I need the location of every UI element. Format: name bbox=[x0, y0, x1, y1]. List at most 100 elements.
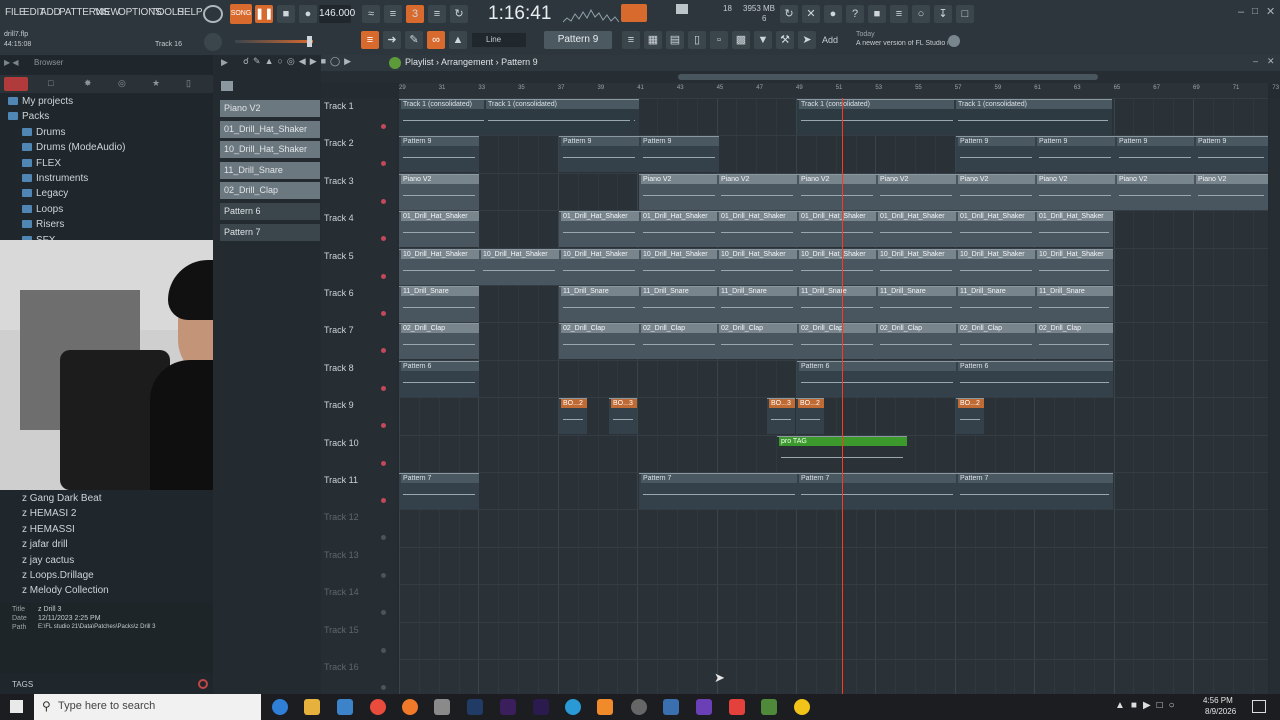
obs-icon[interactable] bbox=[631, 699, 647, 715]
playlist-scrollbar[interactable] bbox=[321, 71, 1280, 83]
clip[interactable]: 10_Drill_Hat_Shaker bbox=[717, 248, 797, 285]
browser-pack[interactable]: z Loops.Drillage bbox=[22, 570, 94, 585]
track-name[interactable]: Track 15 bbox=[324, 625, 359, 635]
track-name[interactable]: Track 11 bbox=[324, 475, 358, 485]
track-name[interactable]: Track 12 bbox=[324, 512, 359, 522]
clip[interactable]: Piano V2 bbox=[1194, 173, 1268, 210]
help-icon[interactable]: ? bbox=[846, 5, 864, 23]
pattern-item[interactable]: 02_Drill_Clap bbox=[220, 182, 320, 200]
track-name[interactable]: Track 10 bbox=[324, 438, 359, 448]
browser-pack[interactable]: z HEMASSI bbox=[22, 524, 75, 539]
pattern-item[interactable]: Pattern 6 bbox=[220, 203, 320, 220]
clip[interactable]: 10_Drill_Hat_Shaker bbox=[479, 248, 559, 285]
track-name[interactable]: Track 7 bbox=[324, 325, 354, 335]
arrow-right-icon[interactable]: ➜ bbox=[383, 31, 401, 49]
clip[interactable]: 11_Drill_Snare bbox=[1035, 286, 1113, 322]
browser-folder[interactable]: Packs bbox=[8, 111, 49, 126]
browser-plugins-icon[interactable]: ✸ bbox=[84, 78, 92, 89]
clip[interactable]: 02_Drill_Clap bbox=[717, 323, 797, 360]
clip[interactable]: Pattern 6 bbox=[797, 360, 957, 397]
taskbar-search[interactable]: ⚲ Type here to search bbox=[34, 694, 261, 720]
wait-icon[interactable]: ≡ bbox=[384, 5, 402, 23]
chrome-icon[interactable] bbox=[370, 699, 386, 715]
sequencer-icon[interactable]: ▫ bbox=[710, 31, 728, 49]
browser-pack[interactable]: z Melody Collection bbox=[22, 585, 109, 600]
clip[interactable]: Piano V2 bbox=[639, 173, 719, 210]
save-icon[interactable]: ■ bbox=[868, 5, 886, 23]
piano-roll-icon[interactable]: ▦ bbox=[644, 31, 662, 49]
photoshop-icon[interactable] bbox=[467, 699, 483, 715]
record-mode-icon[interactable] bbox=[203, 5, 223, 23]
tempo-display[interactable]: 146.000 bbox=[319, 5, 355, 23]
edge-icon[interactable] bbox=[272, 699, 288, 715]
app-yellow-icon[interactable] bbox=[794, 699, 810, 715]
browser-folder[interactable]: Drums (ModeAudio) bbox=[22, 142, 125, 157]
firefox-icon[interactable] bbox=[402, 699, 418, 715]
clip[interactable]: Pattern 7 bbox=[399, 473, 479, 509]
track-name[interactable]: Track 14 bbox=[324, 587, 359, 597]
clip[interactable]: Track 1 (consolidated) bbox=[484, 99, 634, 135]
clip[interactable]: 11_Drill_Snare bbox=[717, 286, 797, 322]
clock-date[interactable]: 8/9/2026 bbox=[1205, 707, 1236, 716]
track-name[interactable]: Track 4 bbox=[324, 213, 354, 223]
browser-folder[interactable]: Drums bbox=[22, 127, 65, 142]
scroll-thumb[interactable] bbox=[678, 74, 1098, 80]
clip[interactable]: Pattern 9 bbox=[1194, 136, 1268, 173]
clip[interactable]: 11_Drill_Snare bbox=[956, 286, 1036, 322]
window-icon[interactable]: □ bbox=[956, 5, 974, 23]
track-mute-icon[interactable] bbox=[381, 236, 386, 242]
pencil-icon[interactable]: ✎ bbox=[405, 31, 423, 49]
clip[interactable]: 11_Drill_Snare bbox=[876, 286, 956, 322]
picker-grid-icon[interactable] bbox=[221, 81, 233, 91]
clip[interactable]: 01_Drill_Hat_Shaker bbox=[399, 211, 479, 248]
clip[interactable]: 02_Drill_Clap bbox=[797, 323, 877, 360]
pattern-icon[interactable]: ≡ bbox=[361, 31, 379, 49]
track-name[interactable]: Track 16 bbox=[324, 662, 359, 672]
store-icon[interactable] bbox=[337, 699, 353, 715]
track-name[interactable]: Track 6 bbox=[324, 288, 354, 298]
news-icon[interactable] bbox=[948, 35, 960, 47]
clip[interactable]: Piano V2 bbox=[797, 173, 877, 210]
crumb-arrangement[interactable]: Arrangement bbox=[441, 57, 493, 67]
clip[interactable]: Piano V2 bbox=[876, 173, 956, 210]
clip[interactable]: BO...2 bbox=[559, 398, 587, 435]
clip[interactable]: 01_Drill_Hat_Shaker bbox=[717, 211, 797, 248]
clip[interactable]: 10_Drill_Hat_Shaker bbox=[956, 248, 1036, 285]
clip[interactable]: Pattern 9 bbox=[559, 136, 639, 173]
chat-icon[interactable]: ○ bbox=[912, 5, 930, 23]
clock-time[interactable]: 4:56 PM bbox=[1203, 696, 1233, 705]
track-name[interactable]: Track 5 bbox=[324, 251, 354, 261]
browser-pack[interactable]: z jay cactus bbox=[22, 555, 74, 570]
app-red-icon[interactable] bbox=[729, 699, 745, 715]
browser-folder[interactable]: My projects bbox=[8, 96, 73, 111]
clip[interactable]: 11_Drill_Snare bbox=[559, 286, 639, 322]
browser-db2-icon[interactable]: ▯ bbox=[186, 78, 191, 89]
steam-icon[interactable] bbox=[663, 699, 679, 715]
system-tray-icons[interactable]: ▲■▶□○ bbox=[1115, 700, 1181, 711]
song-position[interactable]: 1:16:41 bbox=[488, 2, 551, 26]
clip[interactable]: 01_Drill_Hat_Shaker bbox=[956, 211, 1036, 248]
clip[interactable]: Piano V2 bbox=[399, 173, 479, 210]
playlist-close-icon[interactable]: ✕ bbox=[1267, 56, 1275, 67]
track-name[interactable]: Track 3 bbox=[324, 176, 354, 186]
track-mute-icon[interactable] bbox=[381, 610, 386, 616]
track-mute-icon[interactable] bbox=[381, 311, 386, 316]
wrench-icon[interactable]: ⚒ bbox=[776, 31, 794, 49]
record-button[interactable]: ● bbox=[299, 5, 317, 23]
browser-star-icon[interactable]: ★ bbox=[152, 78, 160, 89]
countdown-icon[interactable]: 3 bbox=[406, 5, 424, 23]
pattern-selector[interactable]: Pattern 9 bbox=[544, 31, 612, 49]
refresh-icon[interactable]: ↻ bbox=[780, 5, 798, 23]
clip[interactable]: Piano V2 bbox=[956, 173, 1036, 210]
clip[interactable]: 02_Drill_Clap bbox=[876, 323, 956, 360]
minecraft-icon[interactable] bbox=[761, 699, 777, 715]
track-mute-icon[interactable] bbox=[381, 572, 386, 578]
crumb-pattern[interactable]: Pattern 9 bbox=[501, 57, 538, 67]
tools-icon[interactable]: ✕ bbox=[802, 5, 820, 23]
clip[interactable]: 02_Drill_Clap bbox=[559, 323, 639, 360]
clip[interactable]: BO...2 bbox=[796, 398, 824, 435]
mic-icon[interactable]: ● bbox=[824, 5, 842, 23]
cursor-icon[interactable]: ➤ bbox=[798, 31, 816, 49]
clip[interactable]: Piano V2 bbox=[1115, 173, 1195, 210]
clip[interactable]: Pattern 7 bbox=[639, 473, 799, 509]
